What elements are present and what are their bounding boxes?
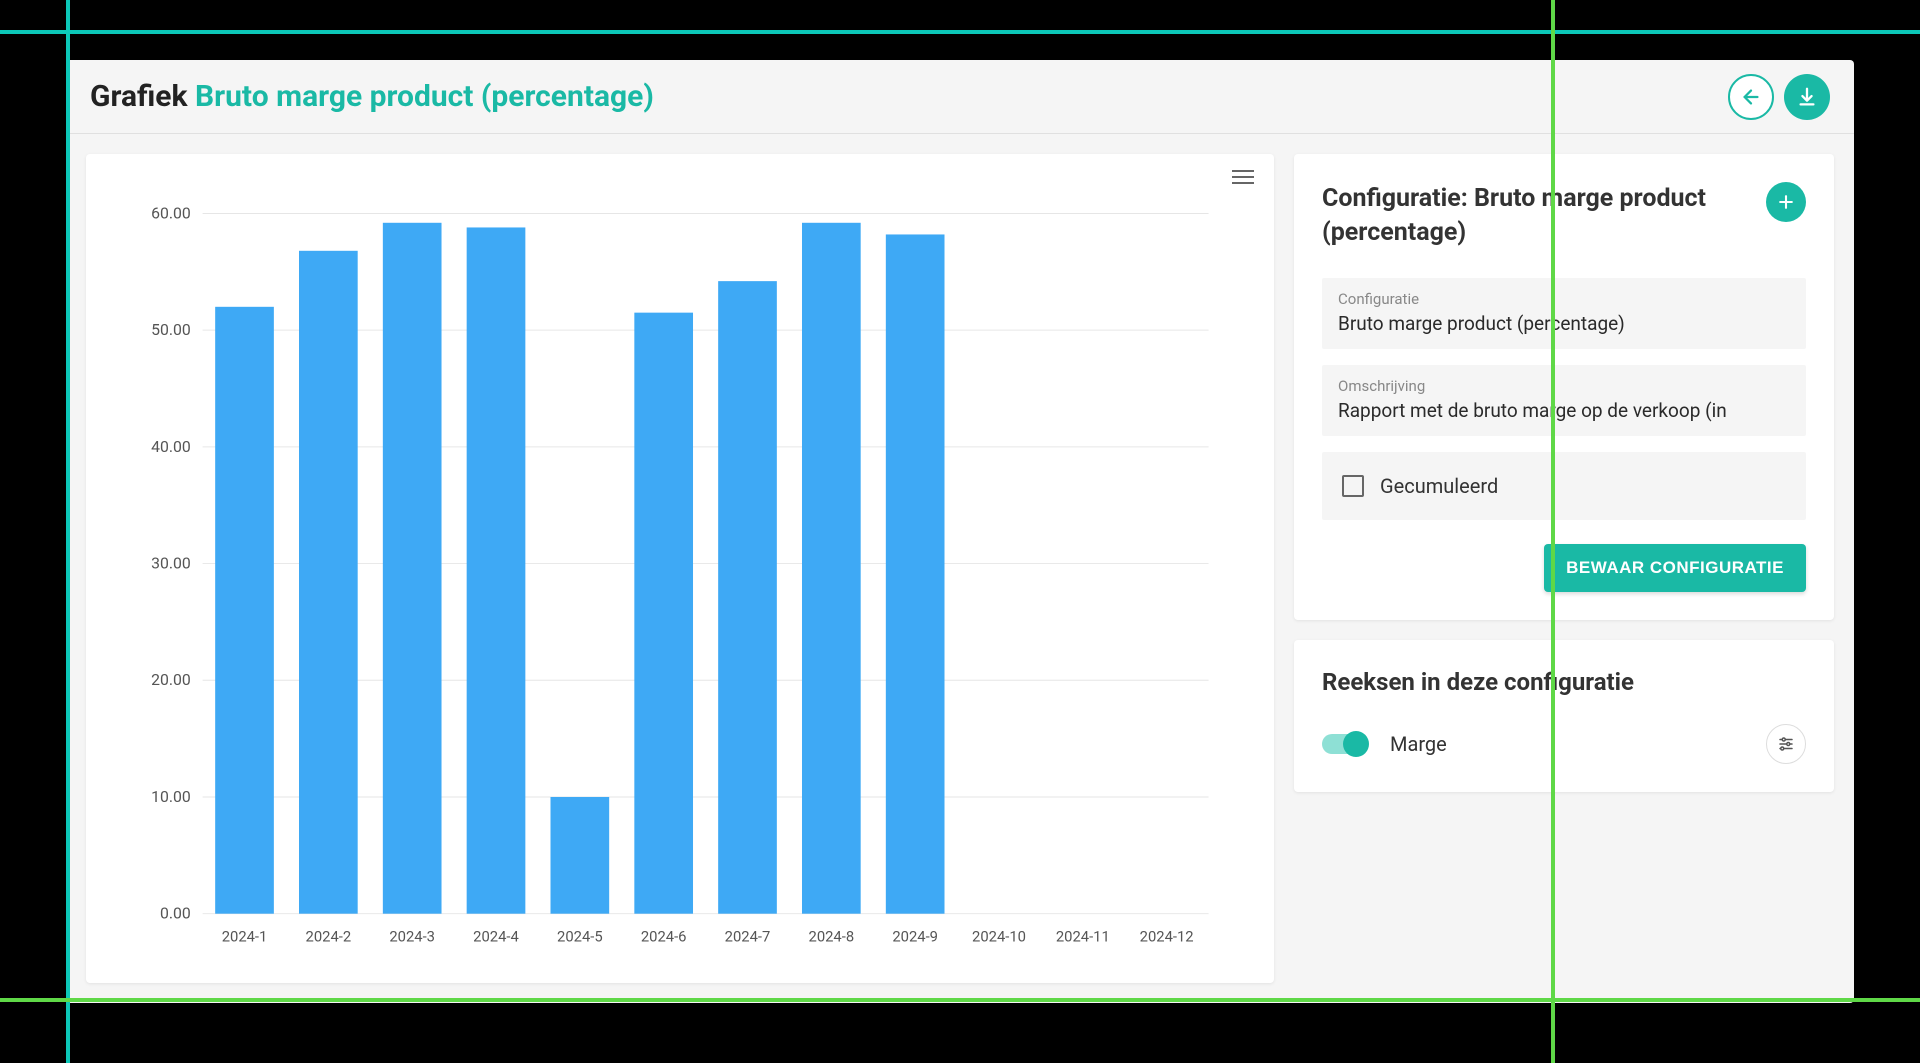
svg-text:2024-2: 2024-2 [306, 927, 352, 945]
download-button[interactable] [1784, 74, 1830, 120]
save-config-button[interactable]: BEWAAR CONFIGURATIE [1544, 544, 1806, 592]
config-name-label: Configuratie [1338, 290, 1790, 308]
series-name: Marge [1390, 732, 1742, 756]
decorative-line [0, 998, 1920, 1002]
svg-text:20.00: 20.00 [151, 670, 191, 689]
svg-text:2024-1: 2024-1 [222, 927, 268, 945]
cumulative-label: Gecumuleerd [1380, 474, 1498, 498]
download-icon [1796, 86, 1818, 108]
bar-2024-2[interactable] [299, 251, 358, 914]
config-heading: Configuratie: Bruto marge product (perce… [1322, 182, 1754, 250]
chart-panel: 0.00 10.00 20.00 30.00 40.00 50.00 60.00 2024-1… [86, 154, 1274, 983]
svg-text:2024-5: 2024-5 [557, 927, 603, 945]
back-button[interactable] [1728, 74, 1774, 120]
bar-2024-3[interactable] [383, 223, 442, 914]
bar-2024-4[interactable] [467, 227, 526, 913]
page-header: Grafiek Bruto marge product (percentage) [66, 60, 1854, 134]
svg-text:60.00: 60.00 [151, 203, 191, 222]
svg-text:40.00: 40.00 [151, 437, 191, 456]
sliders-icon [1777, 735, 1795, 753]
svg-text:2024-4: 2024-4 [473, 927, 519, 945]
series-settings-button[interactable] [1766, 724, 1806, 764]
plus-icon [1776, 192, 1796, 212]
config-desc-value: Rapport met de bruto marge op de verkoop… [1338, 399, 1790, 422]
svg-text:50.00: 50.00 [151, 320, 191, 339]
bar-2024-1[interactable] [215, 307, 274, 914]
series-heading: Reeksen in deze configuratie [1322, 668, 1806, 696]
title-main: Bruto marge product (percentage) [195, 79, 654, 114]
content-area: 0.00 10.00 20.00 30.00 40.00 50.00 60.00 2024-1… [66, 134, 1854, 1003]
config-name-field[interactable]: Configuratie Bruto marge product (percen… [1322, 278, 1806, 349]
config-desc-label: Omschrijving [1338, 377, 1790, 395]
hamburger-icon [1232, 170, 1254, 172]
svg-text:30.00: 30.00 [151, 554, 191, 573]
svg-text:2024-11: 2024-11 [1056, 927, 1110, 945]
cumulative-checkbox[interactable] [1342, 475, 1364, 497]
title-prefix: Grafiek [90, 79, 188, 114]
svg-text:2024-8: 2024-8 [809, 927, 855, 945]
bar-2024-9[interactable] [886, 234, 945, 913]
config-desc-field[interactable]: Omschrijving Rapport met de bruto marge … [1322, 365, 1806, 436]
svg-text:2024-6: 2024-6 [641, 927, 687, 945]
svg-text:0.00: 0.00 [160, 904, 191, 923]
svg-text:10.00: 10.00 [151, 787, 191, 806]
cumulative-row: Gecumuleerd [1322, 452, 1806, 520]
series-panel: Reeksen in deze configuratie Marge [1294, 640, 1834, 792]
svg-text:2024-9: 2024-9 [892, 927, 938, 945]
bar-2024-8[interactable] [802, 223, 861, 914]
config-name-value: Bruto marge product (percentage) [1338, 312, 1790, 335]
side-column: Configuratie: Bruto marge product (perce… [1294, 154, 1834, 983]
svg-text:2024-10: 2024-10 [972, 927, 1026, 945]
arrow-left-icon [1740, 86, 1762, 108]
bar-chart: 0.00 10.00 20.00 30.00 40.00 50.00 60.00 2024-1… [106, 174, 1246, 963]
series-row: Marge [1322, 724, 1806, 764]
bar-2024-6[interactable] [634, 313, 693, 914]
bar-2024-5[interactable] [550, 797, 609, 914]
decorative-line [0, 30, 1920, 34]
bar-2024-7[interactable] [718, 281, 777, 914]
add-config-button[interactable] [1766, 182, 1806, 222]
series-toggle[interactable] [1322, 734, 1366, 754]
page-title: Grafiek Bruto marge product (percentage) [90, 79, 654, 114]
svg-text:2024-7: 2024-7 [725, 927, 771, 945]
decorative-line [66, 0, 70, 1063]
decorative-line [1551, 0, 1555, 1063]
svg-text:2024-3: 2024-3 [389, 927, 435, 945]
app-frame: Grafiek Bruto marge product (percentage)… [66, 60, 1854, 1003]
chart-area: 0.00 10.00 20.00 30.00 40.00 50.00 60.00 2024-1… [106, 174, 1246, 963]
svg-text:2024-12: 2024-12 [1140, 927, 1194, 945]
config-panel: Configuratie: Bruto marge product (perce… [1294, 154, 1834, 620]
